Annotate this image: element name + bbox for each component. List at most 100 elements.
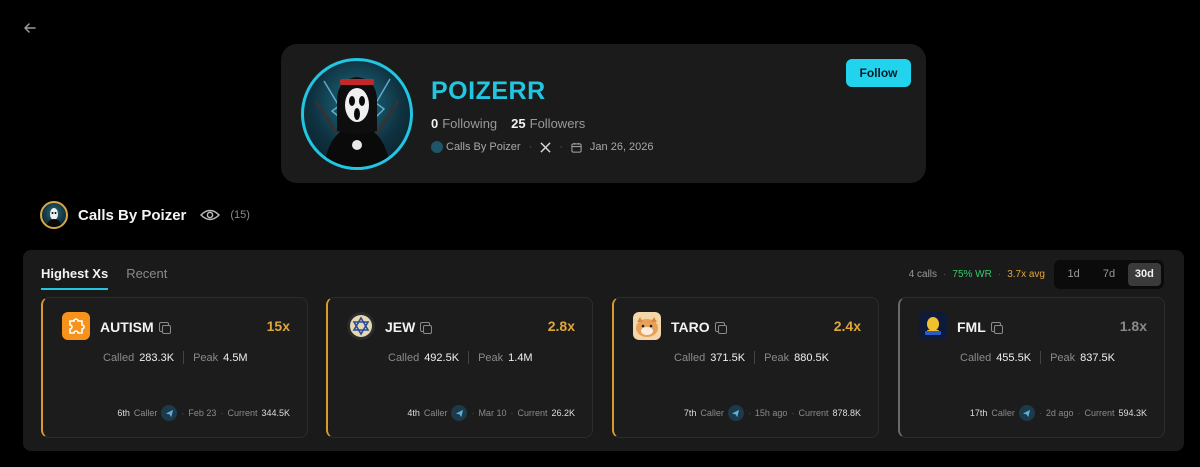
called-value: 455.5K [996, 351, 1032, 364]
peak-label: Peak [193, 351, 219, 364]
copy-icon[interactable] [420, 322, 433, 334]
peak-label: Peak [764, 351, 790, 364]
token-footer: 4th Caller · Mar 10 · Current 26.2K [407, 405, 575, 421]
telegram-icon[interactable] [161, 405, 178, 421]
group-avatar-icon [431, 141, 443, 154]
token-footer: 17th Caller · 2d ago · Current 594.3K [970, 405, 1147, 421]
avg-multiplier: 3.7x avg [1007, 269, 1045, 280]
profile-meta: Calls By Poizer · · Jan 26, 2026 [431, 141, 654, 154]
token-card[interactable]: AUTISM 15x Called 283.3K Peak 4.5M 6th Call… [41, 297, 308, 438]
divider [1040, 351, 1042, 364]
followers-link[interactable]: 25 Followers [511, 116, 585, 131]
eye-icon[interactable] [200, 208, 221, 222]
current-label: Current [227, 408, 258, 418]
peak-value: 4.5M [223, 351, 248, 364]
caller-label: Caller [991, 408, 1015, 418]
call-date: 15h ago [754, 408, 788, 418]
token-footer: 7th Caller · 15h ago · Current 878.8K [684, 405, 861, 421]
dog-icon [633, 312, 661, 340]
separator-dot: · [559, 141, 563, 154]
called-label: Called [388, 351, 420, 364]
current-value: 594.3K [1118, 408, 1147, 418]
group-avatar [40, 201, 68, 229]
ghostface-avatar-icon [314, 77, 400, 167]
calls-summary: 4 calls · 75% WR · 3.7x avg [909, 269, 1045, 280]
copy-icon[interactable] [990, 322, 1003, 334]
token-multiplier: 2.8x [547, 318, 575, 334]
call-date: 2d ago [1045, 408, 1074, 418]
caller-rank: 17th [969, 408, 988, 418]
range-30d[interactable]: 30d [1127, 263, 1161, 286]
group-link[interactable]: Calls By Poizer [431, 141, 521, 154]
telegram-icon[interactable] [1018, 405, 1035, 421]
caller-rank: 6th [117, 408, 130, 418]
call-date: Mar 10 [478, 408, 507, 418]
separator-dot: · [1077, 408, 1081, 418]
divider [183, 351, 185, 364]
token-footer: 6th Caller · Feb 23 · Current 344.5K [117, 405, 290, 421]
token-stats: Called 283.3K Peak 4.5M [103, 351, 248, 364]
followers-count: 25 [511, 116, 526, 131]
token-card[interactable]: JEW 2.8x Called 492.5K Peak 1.4M 4th Caller… [326, 297, 593, 438]
token-name: TARO [671, 319, 710, 335]
current-value: 26.2K [551, 408, 575, 418]
following-label: Following [442, 116, 498, 131]
joined-date: Jan 26, 2026 [589, 141, 654, 154]
telegram-icon[interactable] [451, 405, 468, 421]
token-name-row: TARO [671, 319, 727, 335]
profile-username: POIZERR [431, 77, 546, 105]
ghostface-avatar-icon [46, 208, 62, 227]
caller-label: Caller [700, 408, 724, 418]
telegram-icon[interactable] [727, 405, 744, 421]
profile-avatar [301, 58, 413, 170]
tab-recent[interactable]: Recent [126, 266, 167, 290]
follow-button[interactable]: Follow [846, 59, 911, 87]
win-rate: 75% WR [952, 269, 992, 280]
tab-highest-xs[interactable]: Highest Xs [41, 266, 109, 290]
token-card[interactable]: FML 1.8x Called 455.5K Peak 837.5K 17th Cal… [898, 297, 1165, 438]
peak-label: Peak [478, 351, 504, 364]
separator-dot: · [791, 408, 795, 418]
called-label: Called [103, 351, 135, 364]
profile-card: POIZERR 0 Following 25 Followers Calls By … [281, 44, 926, 183]
following-count: 0 [431, 116, 439, 131]
caller-rank: 7th [683, 408, 697, 418]
divider [754, 351, 756, 364]
group-name: Calls By Poizer [78, 206, 187, 224]
call-date: Feb 23 [188, 408, 217, 418]
divider [468, 351, 470, 364]
x-twitter-icon[interactable] [540, 141, 551, 153]
back-arrow-icon[interactable] [22, 20, 38, 36]
star-of-david-icon [347, 312, 375, 340]
caller-label: Caller [423, 408, 448, 418]
puzzle-icon [62, 312, 90, 340]
following-link[interactable]: 0 Following [431, 116, 497, 131]
separator-dot: · [997, 269, 1002, 280]
time-range-selector: 1d 7d 30d [1054, 260, 1164, 289]
token-card[interactable]: TARO 2.4x Called 371.5K Peak 880.5K 7th Cal… [612, 297, 879, 438]
peak-value: 880.5K [794, 351, 830, 364]
token-name-row: AUTISM [100, 319, 171, 335]
range-1d[interactable]: 1d [1057, 263, 1090, 286]
current-label: Current [517, 408, 548, 418]
separator-dot: · [528, 141, 533, 154]
follow-stats: 0 Following 25 Followers [431, 116, 585, 131]
copy-icon[interactable] [714, 322, 727, 334]
token-name-row: FML [957, 319, 1003, 335]
token-multiplier: 1.8x [1119, 318, 1147, 334]
current-label: Current [1084, 408, 1115, 418]
peak-value: 837.5K [1080, 351, 1116, 364]
token-stats: Called 492.5K Peak 1.4M [388, 351, 533, 364]
peak-value: 1.4M [508, 351, 533, 364]
token-name: AUTISM [100, 319, 154, 335]
current-label: Current [798, 408, 829, 418]
current-value: 344.5K [261, 408, 290, 418]
token-stats: Called 455.5K Peak 837.5K [960, 351, 1115, 364]
called-value: 283.3K [139, 351, 175, 364]
watcher-count: (15) [230, 209, 250, 221]
separator-dot: · [943, 269, 947, 280]
range-7d[interactable]: 7d [1092, 263, 1125, 286]
copy-icon[interactable] [158, 322, 171, 334]
token-multiplier: 15x [266, 318, 290, 334]
token-name: FML [957, 319, 986, 335]
